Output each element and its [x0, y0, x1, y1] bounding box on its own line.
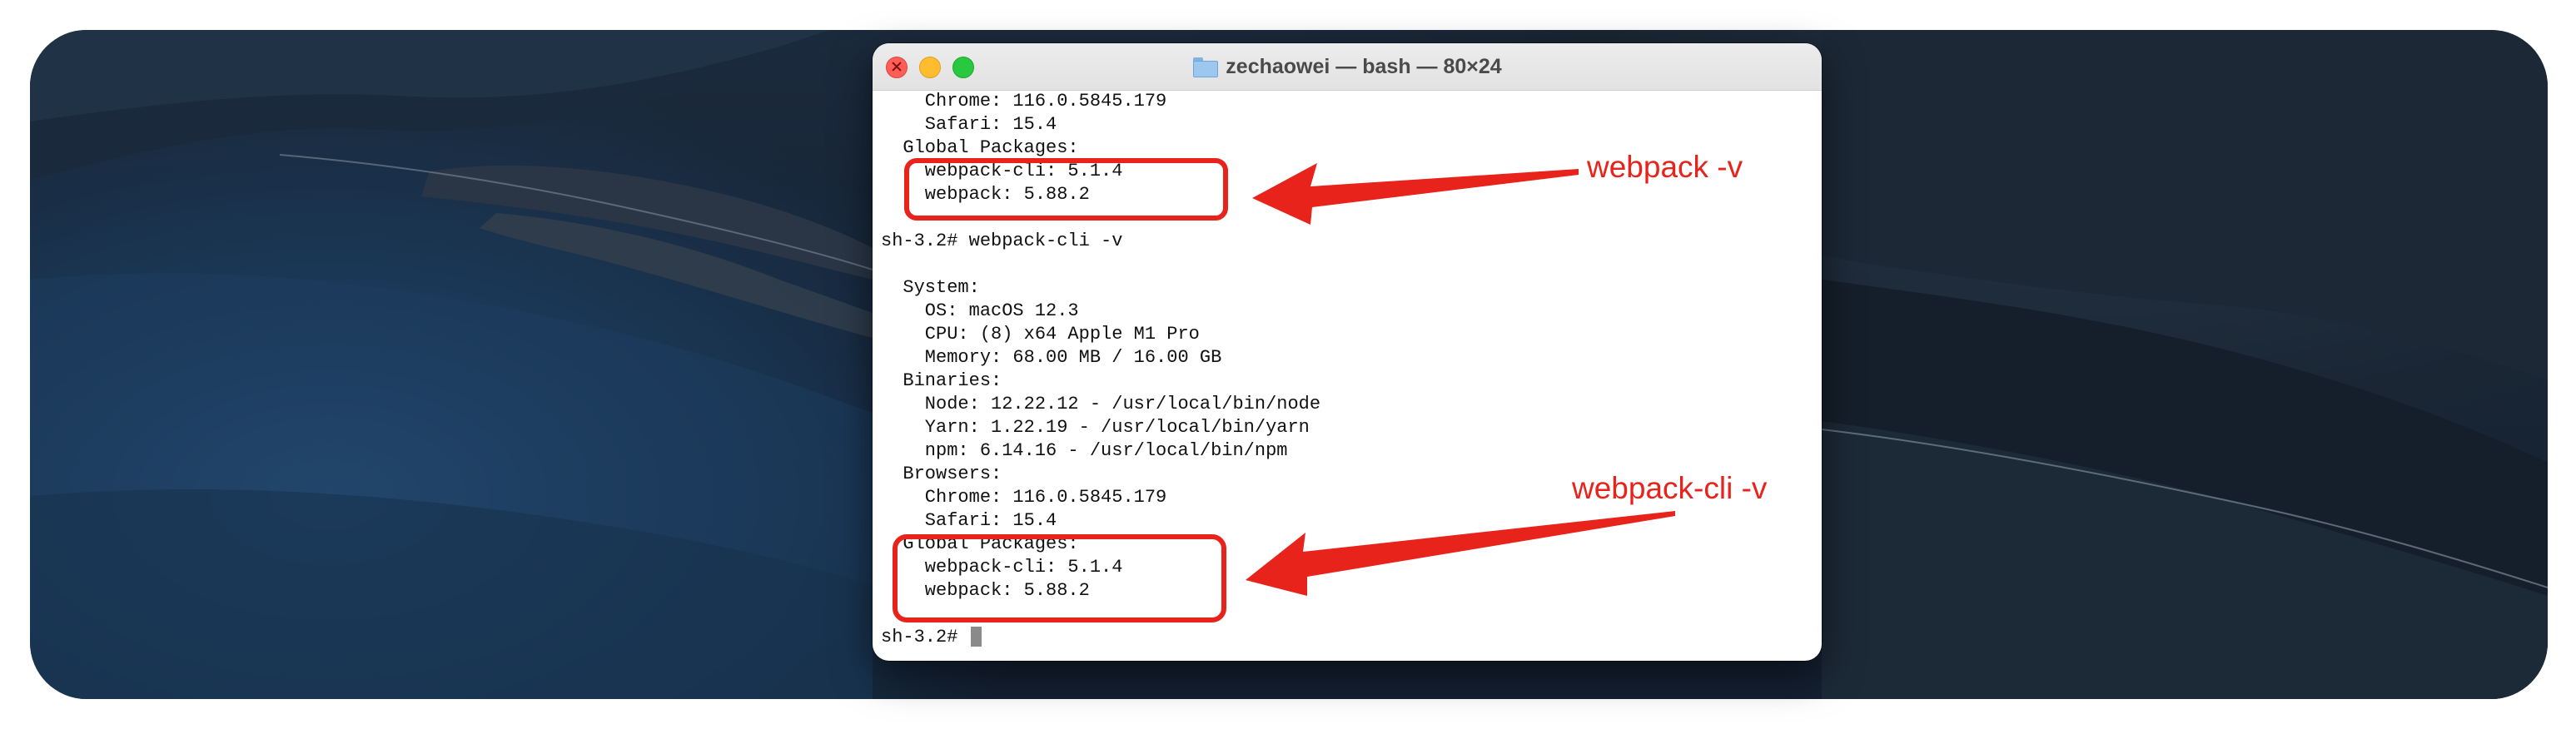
highlight-box-1	[904, 158, 1228, 221]
annotation-overlay	[893, 158, 1675, 622]
annotation-label-webpack: webpack -v	[1587, 150, 1743, 184]
annotation-label-webpack-cli: webpack-cli -v	[1572, 471, 1768, 505]
arrow-2	[1246, 511, 1675, 596]
arrow-1	[1252, 163, 1579, 225]
highlight-box-2	[893, 534, 1226, 622]
